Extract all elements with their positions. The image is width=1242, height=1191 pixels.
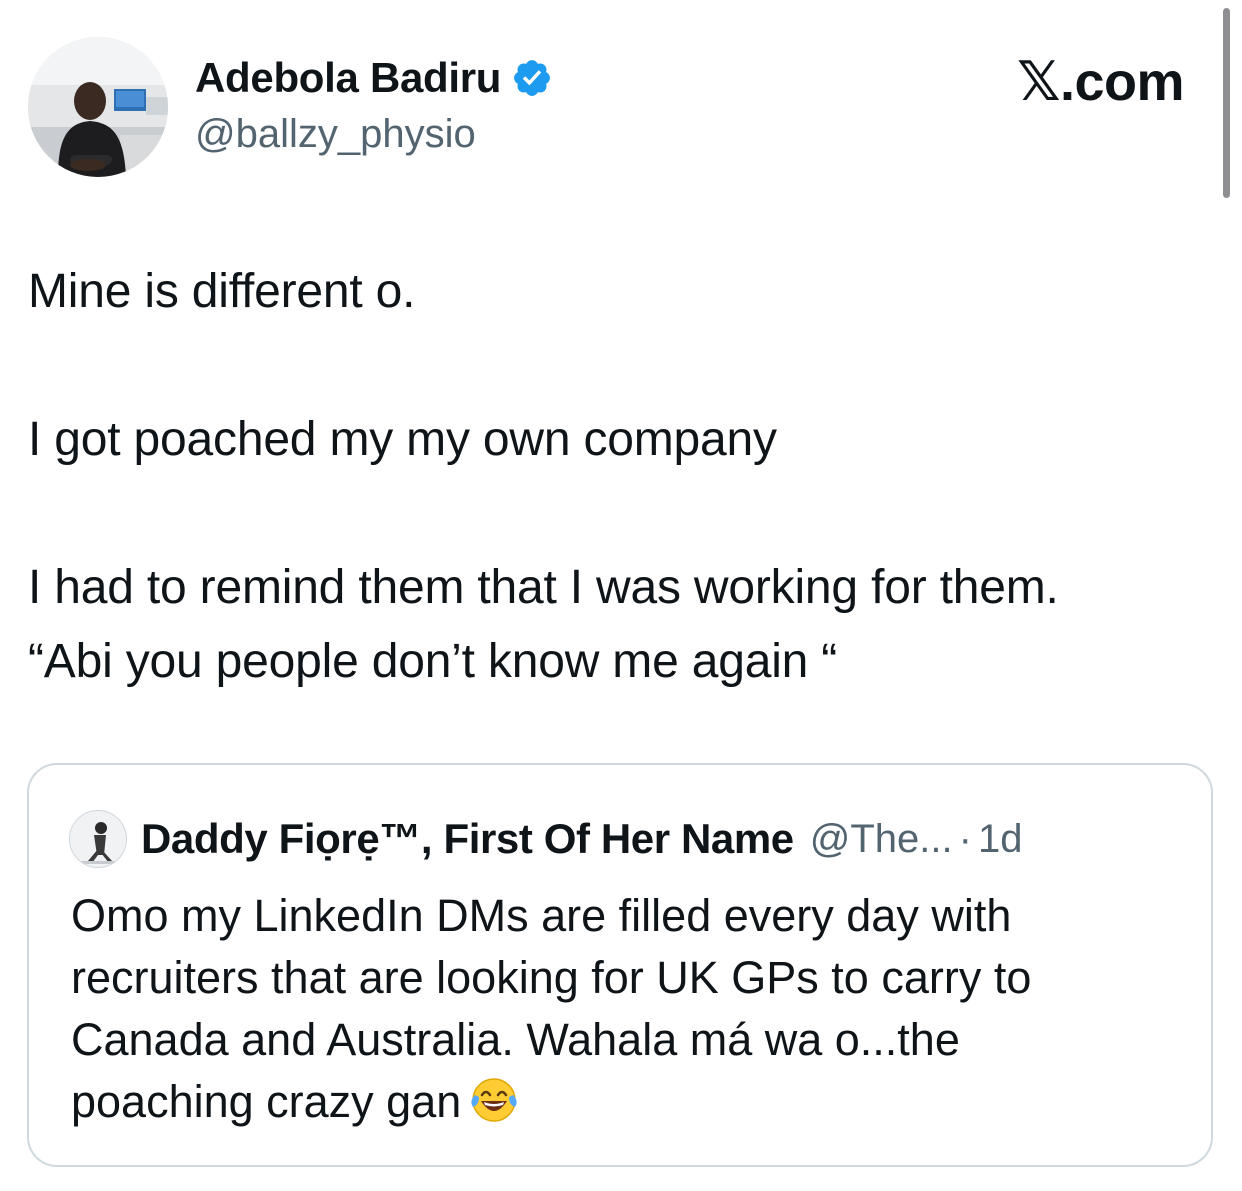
post-text-line: I had to remind them that I was working … xyxy=(28,561,1059,614)
tears-of-joy-emoji-icon xyxy=(467,1075,521,1125)
author-handle[interactable]: @ballzy_physio xyxy=(195,112,476,157)
post-text: Mine is different o. I got poached my my… xyxy=(28,255,1218,699)
author-photo xyxy=(28,37,168,177)
author-name-row: Adebola Badiru xyxy=(195,52,553,104)
verified-badge-icon xyxy=(511,57,553,99)
post-text-line: “Abi you people don’t know me again “ xyxy=(28,635,838,688)
quoted-author-name[interactable]: Daddy Fiọrẹ™, First Of Her Name xyxy=(141,815,794,863)
post-text-line: I got poached my my own company xyxy=(28,413,777,466)
quoted-text-line: Canada and Australia. Wahala má wa o...t… xyxy=(71,1014,960,1065)
quoted-author-avatar[interactable] xyxy=(69,810,127,868)
scrollbar[interactable] xyxy=(1223,8,1230,198)
author-avatar[interactable] xyxy=(28,37,168,177)
quoted-tweet-text: Omo my LinkedIn DMs are filled every day… xyxy=(71,885,1191,1133)
quoted-text-line: Omo my LinkedIn DMs are filled every day… xyxy=(71,890,1012,941)
x-logo: 𝕏.com xyxy=(1016,52,1185,112)
quoted-tweet[interactable]: Daddy Fiọrẹ™, First Of Her Name @The... … xyxy=(27,763,1213,1167)
quoted-text-line-last: poaching crazy gan xyxy=(71,1071,1191,1133)
quoted-timestamp[interactable]: 1d xyxy=(978,817,1023,862)
post-text-line: Mine is different o. xyxy=(28,265,416,318)
quoted-author-handle[interactable]: @The... xyxy=(810,817,953,862)
author-name[interactable]: Adebola Badiru xyxy=(195,54,501,102)
dot-separator: · xyxy=(958,816,972,861)
quoted-author-photo xyxy=(70,811,126,867)
quoted-tweet-header: Daddy Fiọrẹ™, First Of Her Name @The... … xyxy=(69,809,1022,869)
quoted-text-line: recruiters that are looking for UK GPs t… xyxy=(71,952,1032,1003)
quoted-text-line: poaching crazy gan xyxy=(71,1076,462,1127)
